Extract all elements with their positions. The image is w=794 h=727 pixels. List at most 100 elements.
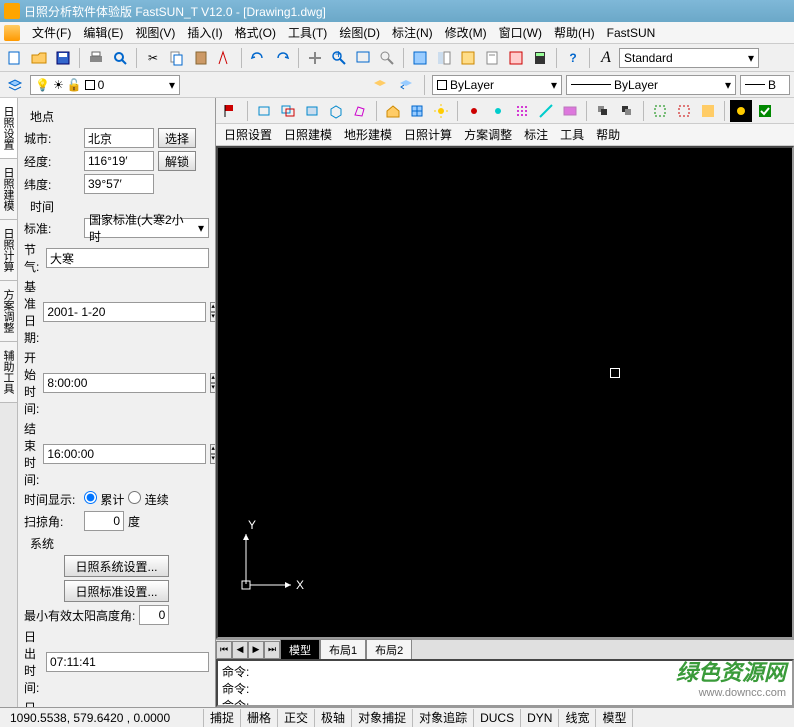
- select-city-button[interactable]: 选择: [158, 128, 196, 148]
- tool-check-icon[interactable]: [754, 100, 776, 122]
- std-settings-button[interactable]: 日照标准设置...: [64, 580, 168, 602]
- tool-line-icon[interactable]: [535, 100, 557, 122]
- status-snap[interactable]: 捕捉: [204, 709, 241, 727]
- new-icon[interactable]: [4, 47, 26, 69]
- status-polar[interactable]: 极轴: [315, 709, 352, 727]
- status-grid[interactable]: 栅格: [241, 709, 278, 727]
- menu-help[interactable]: 帮助(H): [548, 22, 601, 43]
- tool-settings-icon[interactable]: [730, 100, 752, 122]
- preview-icon[interactable]: [109, 47, 131, 69]
- term-input[interactable]: [46, 248, 209, 268]
- status-ortho[interactable]: 正交: [278, 709, 315, 727]
- sweep-input[interactable]: [84, 511, 124, 531]
- tool-rect1-icon[interactable]: [253, 100, 275, 122]
- tool-analysis-icon[interactable]: [697, 100, 719, 122]
- city-input[interactable]: [84, 128, 154, 148]
- open-icon[interactable]: [28, 47, 50, 69]
- menu-modify[interactable]: 修改(M): [439, 22, 493, 43]
- dmenu-modeling[interactable]: 日照建模: [284, 126, 332, 143]
- menu-format[interactable]: 格式(O): [229, 22, 282, 43]
- tool-shadow2-icon[interactable]: [616, 100, 638, 122]
- status-otrack[interactable]: 对象追踪: [413, 709, 474, 727]
- tool-select2-icon[interactable]: [673, 100, 695, 122]
- start-time-input[interactable]: [43, 373, 206, 393]
- dmenu-dim[interactable]: 标注: [524, 126, 548, 143]
- status-model[interactable]: 模型: [596, 709, 633, 727]
- vtab-settings[interactable]: 日照设置: [0, 98, 17, 159]
- tool-rect3-icon[interactable]: [301, 100, 323, 122]
- paste-icon[interactable]: [190, 47, 212, 69]
- layer-prev-icon[interactable]: [395, 74, 417, 96]
- menu-fastsun[interactable]: FastSUN: [601, 24, 662, 42]
- undo-icon[interactable]: [247, 47, 269, 69]
- sys-settings-button[interactable]: 日照系统设置...: [64, 555, 168, 577]
- calc-icon[interactable]: [529, 47, 551, 69]
- menu-file[interactable]: 文件(F): [26, 22, 77, 43]
- tool-red-dot-icon[interactable]: [463, 100, 485, 122]
- base-date-input[interactable]: [43, 302, 206, 322]
- vtab-aux[interactable]: 辅助工具: [0, 342, 17, 403]
- menu-insert[interactable]: 插入(I): [181, 22, 228, 43]
- drawing-canvas[interactable]: Y X: [218, 148, 792, 637]
- status-osnap[interactable]: 对象捕捉: [352, 709, 413, 727]
- cut-icon[interactable]: ✂: [142, 47, 164, 69]
- lon-input[interactable]: [84, 151, 154, 171]
- lineweight-combo[interactable]: B: [740, 75, 790, 95]
- tool-window-icon[interactable]: [406, 100, 428, 122]
- start-time-spinner[interactable]: ▴▾: [210, 373, 215, 393]
- dmenu-terrain[interactable]: 地形建模: [344, 126, 392, 143]
- status-lwt[interactable]: 线宽: [559, 709, 596, 727]
- vtab-calc[interactable]: 日照计算: [0, 220, 17, 281]
- tab-model[interactable]: 模型: [280, 639, 320, 661]
- print-icon[interactable]: [85, 47, 107, 69]
- menu-view[interactable]: 视图(V): [129, 22, 181, 43]
- props-icon[interactable]: [409, 47, 431, 69]
- lat-input[interactable]: [84, 174, 154, 194]
- vtab-adjust[interactable]: 方案调整: [0, 281, 17, 342]
- app-menu-icon[interactable]: [4, 25, 20, 41]
- radio-continuous[interactable]: 连续: [128, 491, 168, 508]
- tool-poly-icon[interactable]: [349, 100, 371, 122]
- color-combo[interactable]: ByLayer ▾: [432, 75, 562, 95]
- copy-icon[interactable]: [166, 47, 188, 69]
- menu-edit[interactable]: 编辑(E): [77, 22, 129, 43]
- pan-icon[interactable]: [304, 47, 326, 69]
- menu-draw[interactable]: 绘图(D): [333, 22, 386, 43]
- tool-box-icon[interactable]: [325, 100, 347, 122]
- tab-layout2[interactable]: 布局2: [366, 639, 412, 661]
- tool-house-icon[interactable]: [382, 100, 404, 122]
- tab-layout1[interactable]: 布局1: [320, 639, 366, 661]
- dmenu-adjust[interactable]: 方案调整: [464, 126, 512, 143]
- tool-shadow1-icon[interactable]: [592, 100, 614, 122]
- layer-props-icon[interactable]: [4, 74, 26, 96]
- standard-combo[interactable]: 国家标准(大寒2小时▾: [84, 218, 209, 238]
- tool-palette-icon[interactable]: [457, 47, 479, 69]
- minangle-input[interactable]: [139, 605, 169, 625]
- zoom-icon[interactable]: +: [328, 47, 350, 69]
- status-ducs[interactable]: DUCS: [474, 709, 521, 727]
- tool-region-icon[interactable]: [559, 100, 581, 122]
- layer-combo[interactable]: 💡 ☀ 🔓 0 ▾: [30, 75, 180, 95]
- dmenu-settings[interactable]: 日照设置: [224, 126, 272, 143]
- end-time-spinner[interactable]: ▴▾: [210, 444, 215, 464]
- dmenu-help[interactable]: 帮助: [596, 126, 620, 143]
- linetype-combo[interactable]: ByLayer ▾: [566, 75, 736, 95]
- base-date-spinner[interactable]: ▴▾: [210, 302, 215, 322]
- end-time-input[interactable]: [43, 444, 206, 464]
- sheet-set-icon[interactable]: [481, 47, 503, 69]
- tool-flag-icon[interactable]: [220, 100, 242, 122]
- dmenu-calc[interactable]: 日照计算: [404, 126, 452, 143]
- tab-nav-prev[interactable]: ◀: [232, 641, 248, 659]
- design-center-icon[interactable]: [433, 47, 455, 69]
- markup-icon[interactable]: [505, 47, 527, 69]
- tab-nav-last[interactable]: ⏭: [264, 641, 280, 659]
- layer-state-icon[interactable]: [369, 74, 391, 96]
- text-style-icon[interactable]: A: [595, 47, 617, 69]
- tool-sun-icon[interactable]: [430, 100, 452, 122]
- zoom-window-icon[interactable]: [352, 47, 374, 69]
- tool-select1-icon[interactable]: [649, 100, 671, 122]
- vtab-modeling[interactable]: 日照建模: [0, 159, 17, 220]
- unlock-button[interactable]: 解锁: [158, 151, 196, 171]
- tab-nav-next[interactable]: ▶: [248, 641, 264, 659]
- tab-nav-first[interactable]: ⏮: [216, 641, 232, 659]
